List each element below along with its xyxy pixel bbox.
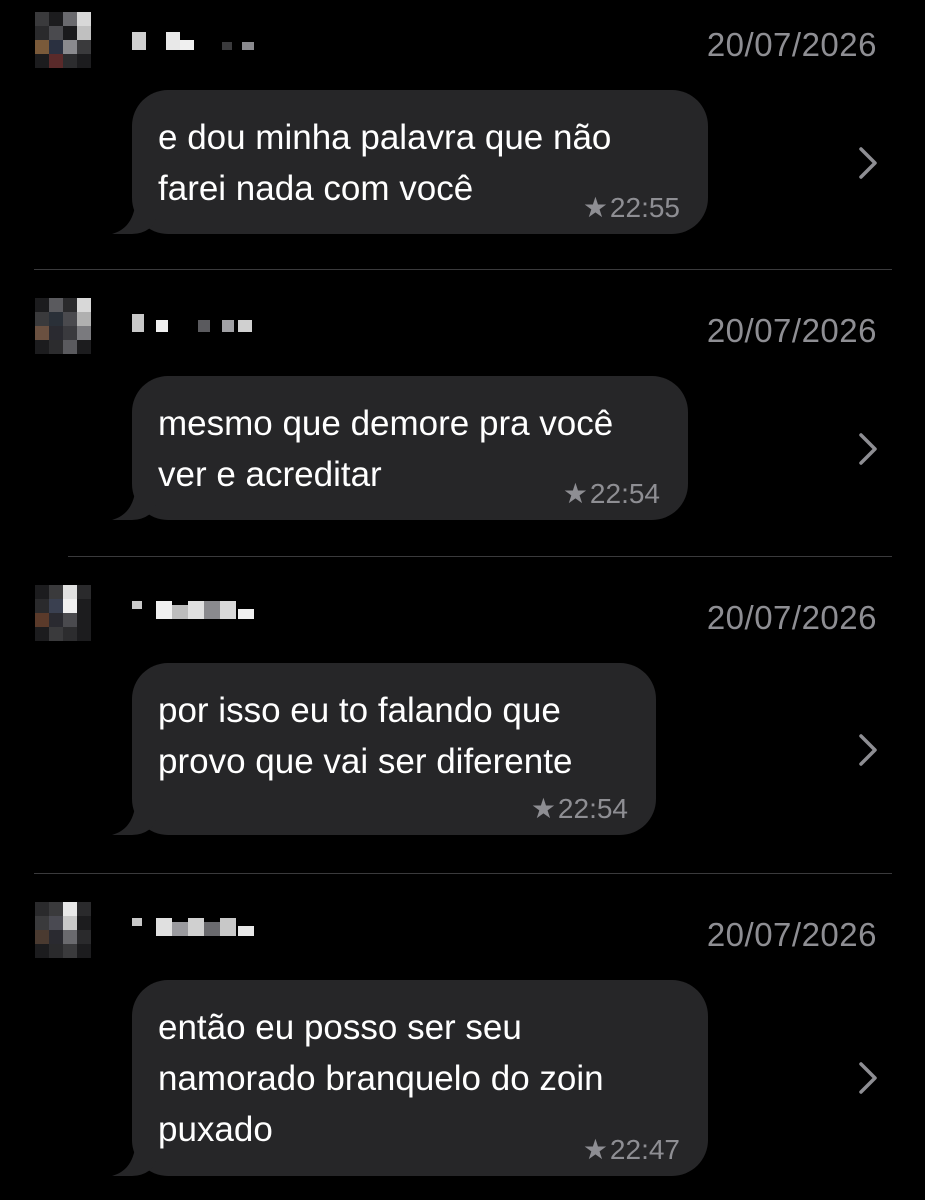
- avatar: [35, 12, 91, 68]
- avatar: [35, 902, 91, 958]
- contact-name-redacted: [132, 601, 262, 619]
- message-entry[interactable]: 20/07/2026 por isso eu to falando que pr…: [0, 557, 925, 874]
- message-bubble[interactable]: por isso eu to falando que provo que vai…: [132, 663, 656, 835]
- message-time: ★22:47: [582, 1134, 680, 1165]
- message-bubble[interactable]: e dou minha palavra que não farei nada c…: [132, 90, 708, 234]
- avatar: [35, 585, 91, 641]
- message-text: então eu posso ser seu namorado branquel…: [158, 1008, 604, 1149]
- message-date: 20/07/2026: [706, 916, 877, 953]
- avatar: [35, 298, 91, 354]
- message-date: 20/07/2026: [706, 599, 877, 636]
- message-entry[interactable]: 20/07/2026 mesmo que demore pra você ver…: [0, 270, 925, 557]
- message-bubble[interactable]: mesmo que demore pra você ver e acredita…: [132, 376, 688, 520]
- message-time: ★22:54: [562, 478, 660, 509]
- message-entry[interactable]: 20/07/2026 então eu posso ser seu namora…: [0, 874, 925, 1200]
- star-icon: ★: [582, 1134, 608, 1165]
- contact-name-redacted: [132, 314, 262, 332]
- star-icon: ★: [582, 192, 608, 223]
- message-time: ★22:55: [582, 192, 680, 223]
- message-text: por isso eu to falando que provo que vai…: [158, 691, 573, 781]
- message-date: 20/07/2026: [706, 26, 877, 63]
- message-bubble[interactable]: então eu posso ser seu namorado branquel…: [132, 980, 708, 1176]
- star-icon: ★: [530, 793, 556, 824]
- contact-name-redacted: [132, 918, 262, 936]
- chevron-right-icon[interactable]: [856, 733, 880, 767]
- message-time: ★22:54: [530, 793, 628, 824]
- message-entry[interactable]: 20/07/2026 e dou minha palavra que não f…: [0, 0, 925, 270]
- message-date: 20/07/2026: [706, 312, 877, 349]
- star-icon: ★: [562, 478, 588, 509]
- contact-name-redacted: [132, 32, 262, 50]
- chevron-right-icon[interactable]: [856, 146, 880, 180]
- chevron-right-icon[interactable]: [856, 432, 880, 466]
- chevron-right-icon[interactable]: [856, 1061, 880, 1095]
